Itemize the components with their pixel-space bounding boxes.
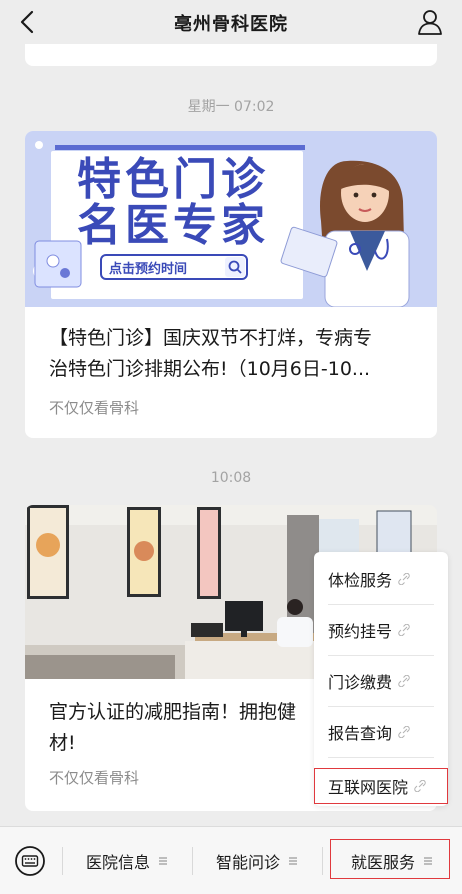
menu-item-physical-exam[interactable]: 体检服务 bbox=[314, 554, 448, 604]
menu-item-report-query[interactable]: 报告查询 bbox=[314, 707, 448, 757]
menu-item-appointment[interactable]: 预约挂号 bbox=[314, 605, 448, 655]
menu-divider bbox=[328, 757, 434, 758]
keyboard-icon[interactable] bbox=[14, 845, 46, 877]
menu-lines-icon bbox=[159, 856, 167, 865]
tab-smart-consultation[interactable]: 智能问诊 bbox=[192, 827, 322, 894]
article-source: 不仅仅看骨科 bbox=[49, 399, 140, 417]
service-submenu: 体检服务 预约挂号 门诊缴费 报告查询 互联网医院 bbox=[314, 552, 448, 806]
menu-item-label: 体检服务 bbox=[328, 571, 393, 590]
banner-title-line2: 名医专家 bbox=[77, 200, 269, 251]
highlight-box bbox=[314, 768, 448, 804]
previous-article-card[interactable] bbox=[25, 44, 437, 66]
page-title: 亳州骨科医院 bbox=[174, 14, 288, 35]
nav-header: 亳州骨科医院 bbox=[0, 0, 462, 46]
article-title-line2: 治特色门诊排期公布!（10月6日-10... bbox=[49, 358, 371, 380]
user-profile-icon[interactable] bbox=[416, 8, 444, 36]
link-icon bbox=[398, 624, 410, 636]
menu-lines-icon bbox=[289, 856, 297, 865]
menu-item-outpatient-payment[interactable]: 门诊缴费 bbox=[314, 656, 448, 706]
menu-item-label: 预约挂号 bbox=[328, 622, 393, 641]
tab-label: 医院信息 bbox=[85, 852, 150, 872]
link-icon bbox=[398, 726, 410, 738]
bottom-menu-bar: 医院信息 智能问诊 就医服务 bbox=[0, 826, 462, 894]
banner-button-text: 点击预约时间 bbox=[109, 261, 187, 277]
link-icon bbox=[398, 675, 410, 687]
banner-title-line1: 特色门诊 bbox=[77, 154, 269, 205]
tab-hospital-info[interactable]: 医院信息 bbox=[62, 827, 192, 894]
message-timestamp: 10:08 bbox=[210, 470, 252, 486]
link-icon bbox=[398, 573, 410, 585]
article-source: 不仅仅看骨科 bbox=[49, 769, 140, 787]
back-arrow-icon[interactable] bbox=[14, 8, 42, 36]
article-card[interactable]: 点击预约时间 特色门诊 名医专家 【特色门诊】国庆双节不打烊，专病专 治特色门诊… bbox=[25, 131, 437, 438]
highlight-box bbox=[330, 839, 450, 879]
menu-item-label: 报告查询 bbox=[328, 724, 393, 743]
article-title-line1: 【特色门诊】国庆双节不打烊，专病专 bbox=[49, 327, 373, 349]
tab-label: 智能问诊 bbox=[215, 852, 280, 872]
message-timestamp: 星期一 07:02 bbox=[187, 99, 275, 115]
menu-item-label: 门诊缴费 bbox=[328, 673, 393, 692]
